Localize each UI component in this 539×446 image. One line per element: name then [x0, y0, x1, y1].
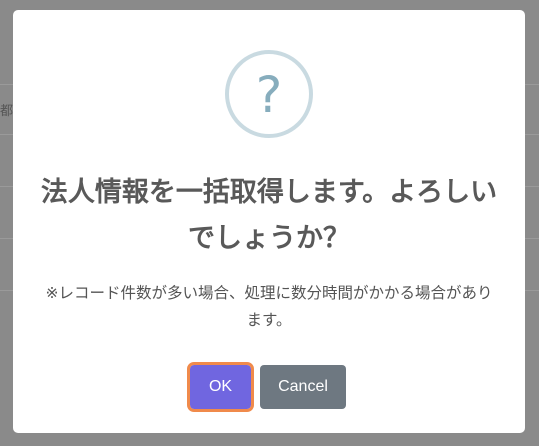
confirm-dialog: ? 法人情報を一括取得します。よろしいでしょうか？ ※レコード件数が多い場合、処…: [13, 10, 525, 433]
dialog-message: ※レコード件数が多い場合、処理に数分時間がかかる場合があります。: [45, 284, 493, 329]
background-partial-label: 都: [0, 104, 14, 119]
cancel-button[interactable]: Cancel: [260, 365, 346, 409]
question-mark-glyph: ?: [255, 66, 283, 124]
question-icon: ?: [225, 50, 313, 138]
dialog-title: 法人情報を一括取得します。よろしいでしょうか？: [40, 177, 498, 254]
ok-button[interactable]: OK: [187, 362, 254, 412]
